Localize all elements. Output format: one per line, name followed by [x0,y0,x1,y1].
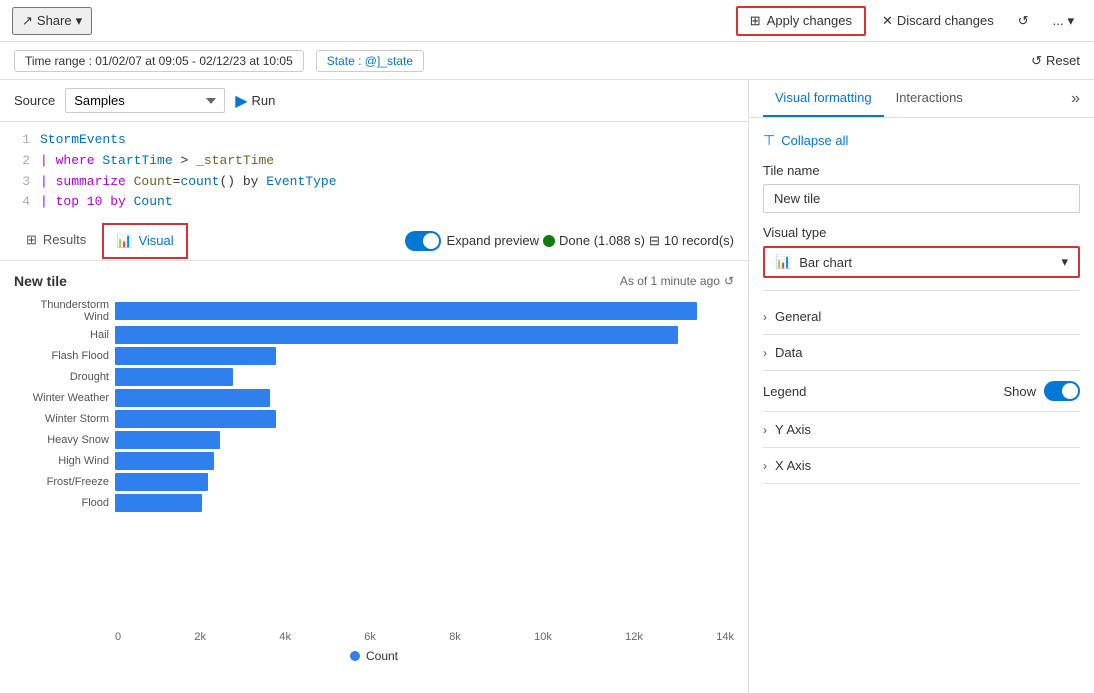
bar-row: Winter Storm [14,410,734,428]
bar-row: Hail [14,326,734,344]
apply-changes-button[interactable]: ⊞ Apply changes [736,6,866,36]
bar-row: Flash Flood [14,347,734,365]
expand-icon[interactable]: » [1071,90,1080,108]
chart-title: New tile [14,273,67,289]
code-line-2: 2 | where StartTime > _startTime [14,151,734,172]
divider [763,290,1080,291]
reset-button[interactable]: ↺ Reset [1031,53,1080,69]
share-button[interactable]: ↗ Share ▾ [12,7,92,35]
expand-preview-switch[interactable] [405,231,441,251]
bar-row: High Wind [14,452,734,470]
code-line-1: 1 StormEvents [14,130,734,151]
done-dot [543,235,555,247]
query-bar: Source Samples ▶ Run [0,80,748,122]
chevron-down-icon: ▾ [76,13,83,29]
tab-results[interactable]: ⊞ Results [14,224,98,258]
tab-interactions[interactable]: Interactions [884,80,975,117]
expand-preview-toggle[interactable]: Expand preview [405,231,540,251]
bar-row: Thunderstorm Wind [14,299,734,323]
filter-bar: Time range : 01/02/07 at 09:05 - 02/12/2… [0,42,1094,80]
left-panel: Source Samples ▶ Run 1 StormEvents 2 | w… [0,80,749,693]
tab-bar: ⊞ Results 📊 Visual Expand preview Done (… [0,221,748,261]
source-select[interactable]: Samples [65,88,225,113]
refresh-icon: ↺ [1018,13,1029,29]
records-badge: ⊟ 10 record(s) [649,233,734,249]
tab-visual-formatting[interactable]: Visual formatting [763,80,884,117]
tile-name-group: Tile name [763,163,1080,213]
state-value: @]_state [365,54,413,68]
y-axis-section[interactable]: › Y Axis [763,412,1080,448]
legend-section: Legend Show [763,371,1080,412]
collapse-icon: ⊤ [763,132,775,149]
right-tabs: Visual formatting Interactions » [749,80,1094,118]
right-content: ⊤ Collapse all Tile name Visual type 📊 B… [749,118,1094,693]
records-icon: ⊟ [649,233,660,249]
chart-legend: Count [14,649,734,663]
chart-timestamp: As of 1 minute ago ↺ [620,274,734,288]
tile-name-input[interactable] [763,184,1080,213]
chart-header: New tile As of 1 minute ago ↺ [14,273,734,289]
code-editor: 1 StormEvents 2 | where StartTime > _sta… [0,122,748,221]
done-badge: Done (1.088 s) [543,233,645,248]
chart-icon: 📊 [116,233,132,249]
bar-row: Drought [14,368,734,386]
chevron-down-icon: ▾ [1067,13,1074,29]
legend-text: Count [366,649,398,663]
table-icon: ⊞ [26,232,37,248]
chevron-right-icon: › [763,310,767,324]
tab-visual[interactable]: 📊 Visual [102,223,187,259]
bar-row: Frost/Freeze [14,473,734,491]
legend-show-toggle[interactable] [1044,381,1080,401]
visual-type-label: Visual type [763,225,1080,240]
time-range-pill[interactable]: Time range : 01/02/07 at 09:05 - 02/12/2… [14,50,304,72]
right-panel: Visual formatting Interactions » ⊤ Colla… [749,80,1094,693]
chevron-right-icon: › [763,423,767,437]
reset-icon: ↺ [1031,53,1042,69]
code-line-4: 4 | top 10 by Count [14,192,734,213]
x-axis-section[interactable]: › X Axis [763,448,1080,484]
refresh-button[interactable]: ↺ [1010,9,1037,33]
top-bar: ↗ Share ▾ ⊞ Apply changes ✕ Discard chan… [0,0,1094,42]
main-layout: Source Samples ▶ Run 1 StormEvents 2 | w… [0,80,1094,693]
bar-chart-icon: 📊 [775,254,791,270]
source-label: Source [14,93,55,108]
refresh-icon[interactable]: ↺ [724,274,734,288]
chevron-down-icon: ▾ [1061,254,1068,270]
general-section[interactable]: › General [763,299,1080,335]
state-pill[interactable]: State : @]_state [316,50,424,72]
bar-row: Heavy Snow [14,431,734,449]
run-button[interactable]: ▶ Run [235,91,275,111]
data-section[interactable]: › Data [763,335,1080,371]
bar-row: Flood [14,494,734,512]
chart-area: New tile As of 1 minute ago ↺ Thundersto… [0,261,748,693]
play-icon: ▶ [235,91,247,111]
share-icon: ↗ [22,13,33,29]
bar-row: Winter Weather [14,389,734,407]
chevron-right-icon: › [763,346,767,360]
bar-chart: Thunderstorm Wind Hail Flash Flood Droug… [14,299,734,627]
collapse-all-button[interactable]: ⊤ Collapse all [763,132,1080,149]
apply-icon: ⊞ [750,13,761,29]
chevron-right-icon: › [763,459,767,473]
tile-name-label: Tile name [763,163,1080,178]
visual-type-select[interactable]: 📊 Bar chart ▾ [763,246,1080,278]
discard-changes-button[interactable]: ✕ Discard changes [874,9,1002,33]
close-icon: ✕ [882,13,893,29]
visual-type-group: Visual type 📊 Bar chart ▾ [763,225,1080,278]
code-line-3: 3 | summarize Count=count() by EventType [14,172,734,193]
legend-dot [350,651,360,661]
chart-container: Thunderstorm Wind Hail Flash Flood Droug… [14,299,734,657]
more-button[interactable]: ... ▾ [1045,9,1082,33]
x-axis: 02k4k6k8k10k12k14k [115,631,734,643]
